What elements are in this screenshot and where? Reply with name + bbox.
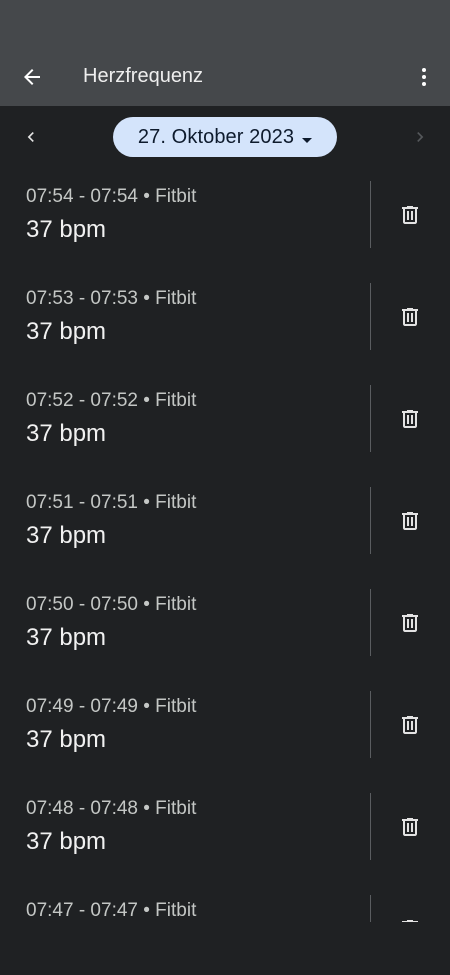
trash-icon: [402, 716, 418, 734]
list-item[interactable]: 07:48 - 07:48 • Fitbit 37 bpm: [0, 780, 450, 882]
delete-button[interactable]: [390, 705, 430, 745]
status-bar: [0, 0, 450, 48]
more-vert-icon: [422, 68, 426, 86]
trash-icon: [402, 410, 418, 428]
previous-day-button[interactable]: [11, 117, 51, 157]
list-item[interactable]: 07:52 - 07:52 • Fitbit 37 bpm: [0, 372, 450, 474]
entry-time-source: 07:47 - 07:47 • Fitbit: [26, 900, 197, 921]
entry-value: 37 bpm: [26, 216, 107, 243]
app-bar: Herzfrequenz: [0, 48, 450, 106]
entry-value: 37 bpm: [26, 318, 107, 345]
delete-button[interactable]: [390, 399, 430, 439]
entry-value: 37 bpm: [26, 420, 107, 447]
entry-time-source: 07:51 - 07:51 • Fitbit: [26, 492, 197, 513]
list-item[interactable]: 07:50 - 07:50 • Fitbit 37 bpm: [0, 576, 450, 678]
delete-button[interactable]: [390, 195, 430, 235]
chevron-left-icon: [27, 132, 34, 142]
delete-button[interactable]: [390, 501, 430, 541]
delete-button[interactable]: [390, 297, 430, 337]
entry-value: 37 bpm: [26, 522, 107, 549]
entry-value: 37 bpm: [26, 828, 107, 855]
page-title: Herzfrequenz: [83, 65, 204, 87]
delete-button[interactable]: [390, 807, 430, 847]
list-item[interactable]: 07:47 - 07:47 • Fitbit: [0, 882, 450, 922]
delete-button[interactable]: [390, 603, 430, 643]
entry-time-source: 07:50 - 07:50 • Fitbit: [26, 594, 197, 615]
date-label: 27. Oktober 2023: [137, 126, 295, 148]
delete-button[interactable]: [390, 909, 430, 922]
divider: [370, 181, 371, 248]
list-item[interactable]: 07:49 - 07:49 • Fitbit 37 bpm: [0, 678, 450, 780]
entry-time-source: 07:54 - 07:54 • Fitbit: [26, 186, 197, 207]
trash-icon: [402, 308, 418, 326]
back-button[interactable]: [12, 57, 52, 97]
next-day-button: [400, 117, 440, 157]
divider: [370, 385, 371, 452]
trash-icon: [402, 206, 418, 224]
date-navigation: 27. Oktober 2023: [0, 106, 450, 168]
dropdown-caret-icon: [302, 137, 313, 143]
trash-icon: [402, 920, 418, 922]
date-picker-chip[interactable]: 27. Oktober 2023: [113, 117, 337, 157]
divider: [370, 589, 371, 656]
trash-icon: [402, 512, 418, 530]
trash-icon: [402, 818, 418, 836]
trash-icon: [402, 614, 418, 632]
entry-time-source: 07:49 - 07:49 • Fitbit: [26, 696, 197, 717]
divider: [370, 895, 371, 922]
divider: [370, 691, 371, 758]
divider: [370, 283, 371, 350]
heart-rate-list: 07:54 - 07:54 • Fitbit 37 bpm 07:53 - 07…: [0, 168, 450, 922]
chevron-right-icon: [417, 132, 424, 142]
entry-value: 37 bpm: [26, 624, 107, 651]
divider: [370, 793, 371, 860]
entry-time-source: 07:53 - 07:53 • Fitbit: [26, 288, 197, 309]
more-options-button[interactable]: [404, 57, 444, 97]
list-item[interactable]: 07:54 - 07:54 • Fitbit 37 bpm: [0, 168, 450, 270]
list-item[interactable]: 07:51 - 07:51 • Fitbit 37 bpm: [0, 474, 450, 576]
entry-time-source: 07:52 - 07:52 • Fitbit: [26, 390, 197, 411]
entry-value: 37 bpm: [26, 726, 107, 753]
list-item[interactable]: 07:53 - 07:53 • Fitbit 37 bpm: [0, 270, 450, 372]
entry-time-source: 07:48 - 07:48 • Fitbit: [26, 798, 197, 819]
divider: [370, 487, 371, 554]
arrow-back-icon: [24, 69, 40, 85]
